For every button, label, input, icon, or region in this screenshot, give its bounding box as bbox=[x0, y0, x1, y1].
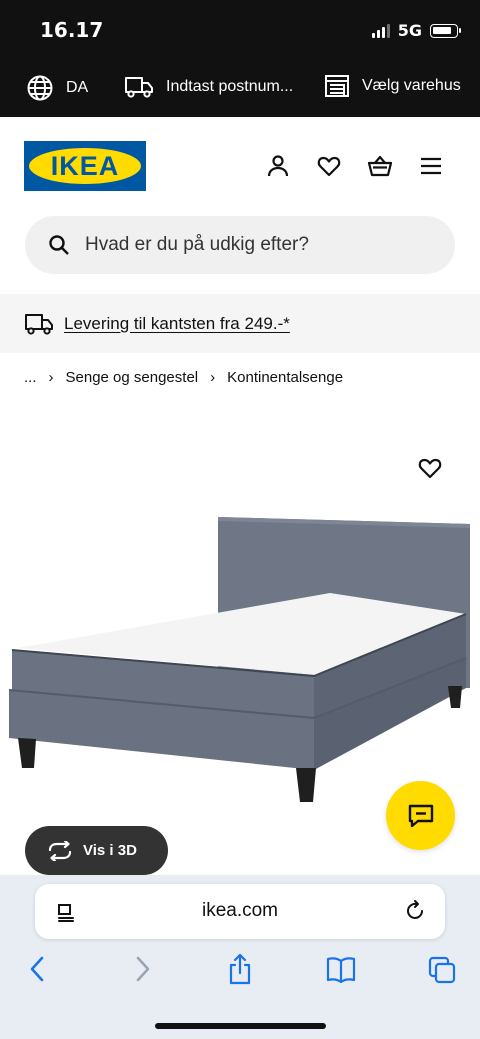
view-3d-label: Vis i 3D bbox=[83, 842, 137, 859]
breadcrumb-item-kontinentalsenge[interactable]: Kontinentalsenge bbox=[227, 369, 343, 386]
chat-icon bbox=[408, 804, 433, 827]
user-icon[interactable] bbox=[265, 153, 291, 179]
home-indicator bbox=[155, 1023, 326, 1029]
address-bar[interactable]: ikea.com bbox=[35, 884, 445, 939]
delivery-banner[interactable]: Levering til kantsten fra 249.-* bbox=[0, 294, 480, 353]
breadcrumb: ... › Senge og sengestel › Kontinentalse… bbox=[24, 369, 343, 386]
view-3d-button[interactable]: Vis i 3D bbox=[25, 826, 168, 875]
battery-icon bbox=[430, 23, 461, 38]
favourite-heart-icon[interactable] bbox=[417, 455, 443, 481]
search-input[interactable]: Hvad er du på udkig efter? bbox=[85, 234, 309, 256]
store-icon bbox=[325, 75, 349, 97]
status-bar: 16.17 5G bbox=[0, 0, 480, 60]
status-indicators: 5G bbox=[371, 21, 461, 40]
heart-icon[interactable] bbox=[316, 153, 342, 179]
search-icon bbox=[49, 235, 69, 255]
site-header: IKEA bbox=[0, 117, 480, 214]
url-text[interactable]: ikea.com bbox=[35, 900, 445, 922]
signal-icon bbox=[371, 23, 390, 38]
utility-bar: DA Indtast postnum... Vælg varehus bbox=[0, 60, 480, 117]
language-label: DA bbox=[66, 79, 89, 96]
status-time: 16.17 bbox=[40, 18, 104, 42]
product-bed-image[interactable] bbox=[0, 510, 480, 810]
postcode-label: Indtast postnum... bbox=[166, 78, 294, 95]
truck-icon bbox=[125, 77, 153, 98]
breadcrumb-item-senge[interactable]: Senge og sengestel bbox=[66, 369, 199, 386]
page: 16.17 5G DA Indtast postnum... Vælg vare… bbox=[0, 0, 480, 1039]
store-selector[interactable]: Vælg varehus bbox=[324, 74, 461, 98]
search-bar[interactable]: Hvad er du på udkig efter? bbox=[25, 216, 455, 274]
reload-icon[interactable] bbox=[403, 899, 427, 923]
forward-icon[interactable] bbox=[126, 953, 156, 985]
globe-icon bbox=[27, 75, 53, 101]
network-type: 5G bbox=[397, 21, 422, 40]
rotate-icon bbox=[48, 840, 72, 861]
ikea-logo[interactable]: IKEA bbox=[24, 141, 146, 191]
browser-toolbar bbox=[0, 953, 480, 989]
language-selector[interactable]: DA bbox=[26, 74, 88, 102]
tabs-icon[interactable] bbox=[427, 953, 457, 985]
header-actions bbox=[265, 153, 444, 179]
chevron-right-icon: › bbox=[48, 369, 54, 386]
store-label: Vælg varehus bbox=[362, 77, 461, 94]
browser-chrome: ikea.com bbox=[0, 875, 480, 1039]
breadcrumb-ellipsis[interactable]: ... bbox=[24, 369, 37, 386]
chevron-right-icon: › bbox=[210, 369, 216, 386]
delivery-truck-icon bbox=[25, 313, 53, 335]
menu-icon[interactable] bbox=[418, 153, 444, 179]
share-icon[interactable] bbox=[225, 953, 255, 985]
back-icon[interactable] bbox=[24, 953, 54, 985]
delivery-link[interactable]: Levering til kantsten fra 249.-* bbox=[64, 314, 290, 334]
chat-button[interactable] bbox=[386, 781, 455, 850]
basket-icon[interactable] bbox=[367, 153, 393, 179]
postcode-selector[interactable]: Indtast postnum... bbox=[124, 74, 293, 100]
bookmarks-icon[interactable] bbox=[326, 953, 356, 985]
logo-text: IKEA bbox=[50, 151, 120, 181]
